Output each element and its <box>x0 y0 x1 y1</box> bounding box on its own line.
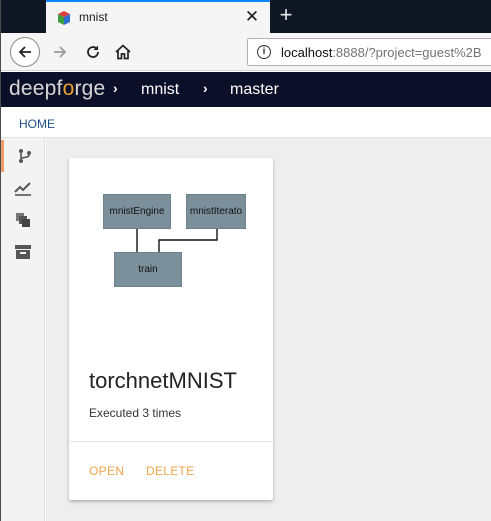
diagram-node-iterator[interactable]: mnistIterato <box>186 194 246 229</box>
branch-icon <box>18 149 31 163</box>
info-icon[interactable]: i <box>257 45 271 59</box>
home-link[interactable]: HOME <box>19 117 55 131</box>
browser-window: mnist ✕ + i localhost:8888/?project=gues… <box>0 0 491 521</box>
tab-title: mnist <box>79 10 108 24</box>
address-bar[interactable]: i localhost:8888/?project=guest%2B <box>247 38 491 66</box>
left-rail <box>1 138 45 521</box>
app-header: deepforge › mnist › master <box>1 72 491 107</box>
rail-item-executions[interactable] <box>1 172 45 204</box>
card-divider <box>69 441 273 442</box>
deepforge-logo[interactable]: deepforge <box>9 77 105 101</box>
tab-mnist[interactable]: mnist ✕ <box>46 0 270 33</box>
reload-icon <box>87 45 99 58</box>
url-text: localhost:8888/?project=guest%2B <box>281 45 482 60</box>
rail-item-operations[interactable] <box>1 204 45 236</box>
open-button[interactable]: OPEN <box>89 464 124 478</box>
nav-bar: i localhost:8888/?project=guest%2B <box>1 33 491 71</box>
sub-header: HOME <box>1 107 491 138</box>
main-content: mnistEngine mnistIterato train torchnetM… <box>46 138 491 521</box>
rail-item-pipelines[interactable] <box>1 140 45 172</box>
rail-item-artifacts[interactable] <box>1 236 45 268</box>
favicon-icon <box>58 11 70 25</box>
pipeline-diagram: mnistEngine mnistIterato train <box>69 158 273 338</box>
diagram-connections <box>136 228 218 252</box>
card-title: torchnetMNIST <box>89 368 237 393</box>
forward-button[interactable] <box>46 38 74 66</box>
back-arrow-icon <box>18 46 31 58</box>
reload-button[interactable] <box>79 38 107 66</box>
tab-strip: mnist ✕ + <box>1 0 491 33</box>
breadcrumb-separator: › <box>113 80 118 96</box>
diagram-node-engine[interactable]: mnistEngine <box>103 194 171 229</box>
layers-icon <box>16 213 30 227</box>
chart-icon <box>14 182 31 196</box>
plus-icon[interactable]: + <box>275 4 297 26</box>
archive-icon <box>15 245 31 259</box>
home-button[interactable] <box>109 38 137 66</box>
breadcrumb-separator: › <box>203 80 208 96</box>
back-button[interactable] <box>10 37 40 67</box>
breadcrumb-project[interactable]: mnist <box>141 81 179 99</box>
delete-button[interactable]: DELETE <box>146 464 194 478</box>
close-icon[interactable]: ✕ <box>243 8 261 26</box>
card-subtitle: Executed 3 times <box>89 406 182 420</box>
home-icon <box>115 44 131 60</box>
forward-arrow-icon <box>54 46 67 58</box>
breadcrumb-branch[interactable]: master <box>230 81 279 99</box>
pipeline-card[interactable]: mnistEngine mnistIterato train torchnetM… <box>69 158 273 500</box>
diagram-node-train[interactable]: train <box>114 252 182 287</box>
